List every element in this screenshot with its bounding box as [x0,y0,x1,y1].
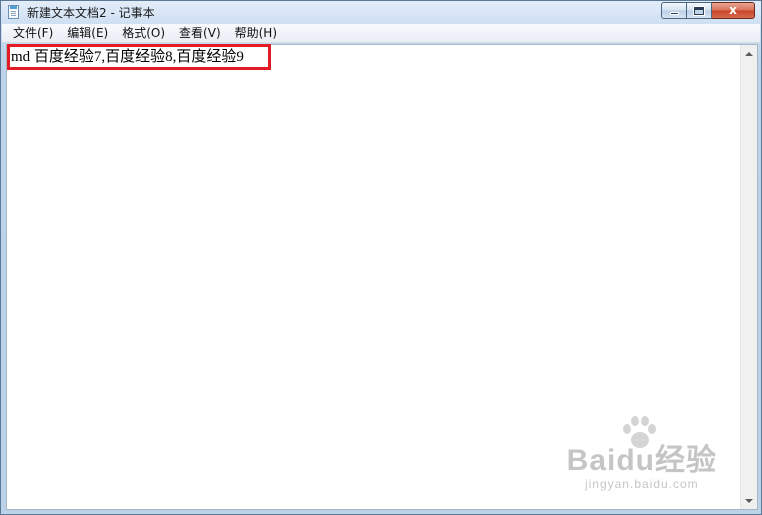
watermark: Baidu经验 jingyan.baidu.com [567,416,717,491]
menu-help[interactable]: 帮助(H) [228,25,284,42]
menu-format[interactable]: 格式(O) [115,25,172,42]
close-icon: x [729,3,737,17]
arrow-up-icon [745,51,753,56]
menu-file[interactable]: 文件(F) [6,25,60,42]
title-bar[interactable]: 新建文本文档2 - 记事本 x [1,1,761,24]
arrow-down-icon [745,498,753,503]
scroll-up-button[interactable] [741,45,757,62]
vertical-scrollbar[interactable] [740,45,757,509]
scroll-down-button[interactable] [741,492,757,509]
watermark-url: jingyan.baidu.com [584,477,699,491]
caption-buttons: x [661,2,755,21]
editor-text[interactable]: md 百度经验7,百度经验8,百度经验9 [11,48,244,66]
notepad-window: 新建文本文档2 - 记事本 x 文件(F) 编辑(E) 格式(O) 查看(V) … [0,0,762,515]
text-editor[interactable]: md 百度经验7,百度经验8,百度经验9 Baidu经验 jingyan.bai… [6,44,758,510]
menu-bar: 文件(F) 编辑(E) 格式(O) 查看(V) 帮助(H) [2,24,760,43]
menu-view[interactable]: 查看(V) [172,25,228,42]
menu-edit[interactable]: 编辑(E) [60,25,115,42]
minimize-button[interactable] [661,2,687,19]
paw-icon [622,416,656,448]
notepad-icon[interactable] [8,5,19,19]
window-title: 新建文本文档2 - 记事本 [27,6,155,20]
maximize-button[interactable] [687,2,712,19]
close-button[interactable]: x [712,2,755,19]
